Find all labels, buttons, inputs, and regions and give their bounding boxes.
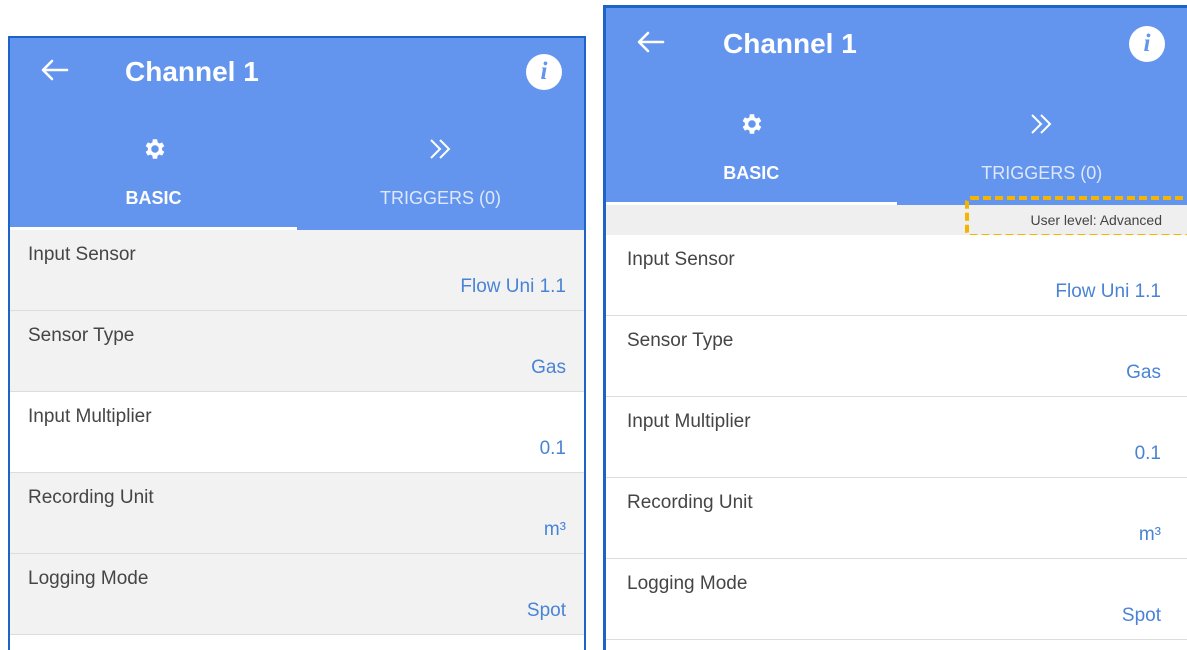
setting-label: Logging Mode xyxy=(28,568,149,589)
setting-value: Flow Uni 1.1 xyxy=(1055,281,1161,302)
highlight-box xyxy=(965,196,1187,238)
setting-label: Logging Mode xyxy=(627,573,748,594)
setting-row-input-multiplier[interactable]: Input Multiplier 0.1 xyxy=(10,392,584,473)
app-bar: Channel 1 i BASIC TRIGGERS (0) xyxy=(10,38,584,230)
app-bar: Channel 1 i BASIC TRIGGERS (0) xyxy=(606,8,1187,205)
setting-row-recording-unit[interactable]: Recording Unit m³ xyxy=(606,478,1187,559)
setting-label: Recording Unit xyxy=(28,487,154,508)
tab-triggers-label: TRIGGERS (0) xyxy=(981,163,1103,183)
screen-basic: Channel 1 i BASIC TRIGGERS (0) Input Sen… xyxy=(8,36,586,650)
setting-row-input-multiplier[interactable]: Input Multiplier 0.1 xyxy=(606,397,1187,478)
setting-label: Input Sensor xyxy=(28,244,136,265)
setting-value: Gas xyxy=(531,357,566,378)
setting-label: Input Sensor xyxy=(627,249,735,270)
setting-value: Spot xyxy=(1121,605,1161,626)
setting-row-logging-mode[interactable]: Logging Mode Spot xyxy=(606,559,1187,640)
setting-row-recording-unit[interactable]: Recording Unit m³ xyxy=(10,473,584,554)
setting-value: 0.1 xyxy=(1134,443,1161,464)
tab-basic[interactable]: BASIC xyxy=(606,8,897,205)
setting-value: Flow Uni 1.1 xyxy=(460,276,566,297)
tab-triggers[interactable]: TRIGGERS (0) xyxy=(297,38,584,230)
setting-value: m³ xyxy=(1138,524,1161,545)
setting-row-input-sensor[interactable]: Input Sensor Flow Uni 1.1 xyxy=(606,235,1187,316)
setting-row-logging-mode[interactable]: Logging Mode Spot xyxy=(10,554,584,635)
screen-advanced: Channel 1 i BASIC TRIGGERS (0) User leve… xyxy=(603,5,1187,650)
tab-basic-label: BASIC xyxy=(125,188,182,208)
setting-value: Gas xyxy=(1126,362,1161,383)
setting-label: Input Multiplier xyxy=(627,411,751,432)
setting-label: Recording Unit xyxy=(627,492,753,513)
setting-row-sensor-type[interactable]: Sensor Type Gas xyxy=(606,316,1187,397)
setting-label: Sensor Type xyxy=(627,330,734,351)
gear-icon xyxy=(742,114,762,134)
tab-triggers-label: TRIGGERS (0) xyxy=(379,188,501,208)
gear-icon xyxy=(145,139,164,159)
double-chevron-right-icon xyxy=(429,139,450,159)
setting-row-sensor-type[interactable]: Sensor Type Gas xyxy=(10,311,584,392)
tab-basic-label: BASIC xyxy=(723,163,780,183)
setting-row-input-sensor[interactable]: Input Sensor Flow Uni 1.1 xyxy=(10,230,584,311)
tab-basic[interactable]: BASIC xyxy=(10,38,297,230)
double-chevron-right-icon xyxy=(1031,114,1052,134)
tab-triggers[interactable]: TRIGGERS (0) xyxy=(897,8,1187,205)
setting-label: Input Multiplier xyxy=(28,406,152,427)
setting-value: m³ xyxy=(543,519,566,540)
user-level-banner: User level: Advanced xyxy=(606,196,1187,238)
setting-value: 0.1 xyxy=(539,438,566,459)
setting-value: Spot xyxy=(526,600,566,621)
setting-label: Sensor Type xyxy=(28,325,135,346)
